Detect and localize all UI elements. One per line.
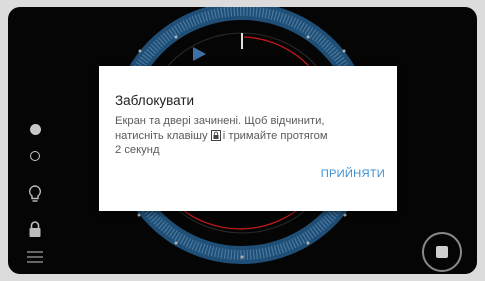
- dialog-message: Екран та двері зачинені. Щоб відчинити, …: [115, 114, 385, 158]
- dialog-message-line: 2 секунд: [115, 144, 160, 156]
- lock-icon: [29, 220, 41, 237]
- dialog-message-text: і тримайте протягом: [222, 129, 328, 142]
- light-button[interactable]: [26, 184, 44, 204]
- accept-button[interactable]: ПРИЙНЯТИ: [321, 168, 385, 180]
- lock-button[interactable]: [26, 219, 44, 239]
- lock-dialog: Заблокувати Екран та двері зачинені. Щоб…: [99, 66, 397, 211]
- mode-indicator-active[interactable]: [28, 122, 42, 136]
- dot-filled-icon: [29, 123, 41, 135]
- dialog-message-line: Екран та двері зачинені. Щоб відчинити,: [115, 115, 325, 127]
- dot-outline-icon: [30, 151, 40, 161]
- dialog-message-text: натисніть клавішу: [115, 129, 208, 142]
- menu-button[interactable]: [25, 248, 45, 266]
- stop-icon: [436, 246, 448, 258]
- bulb-icon: [28, 185, 42, 202]
- mode-indicator-inactive[interactable]: [28, 149, 42, 163]
- lock-key-icon: [210, 129, 221, 141]
- menu-icon: [27, 251, 43, 263]
- dialog-title: Заблокувати: [115, 93, 195, 108]
- stop-button[interactable]: [422, 232, 462, 272]
- dialog-message-line: натисніть клавішу і тримайте протягом: [115, 129, 385, 144]
- oven-screen: Заблокувати Екран та двері зачинені. Щоб…: [8, 7, 477, 274]
